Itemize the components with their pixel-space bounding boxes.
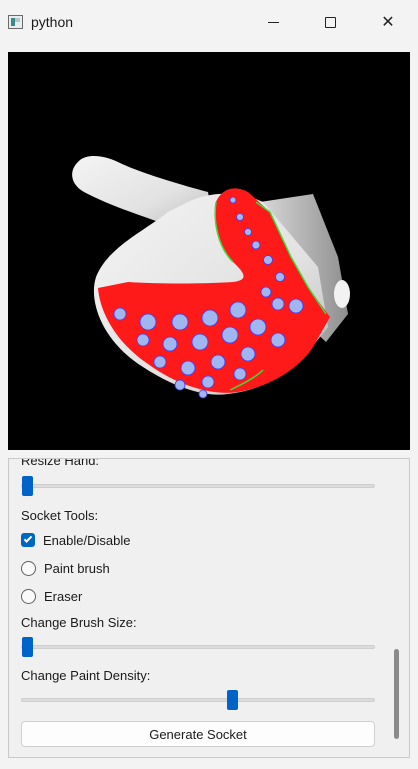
close-icon: ✕ <box>381 12 395 31</box>
socket-control-panel: Resize Hand: Socket Tools: Enable/Disabl… <box>8 458 410 758</box>
python-app-icon <box>8 15 23 29</box>
radio-unselected-icon[interactable] <box>21 588 36 604</box>
minimize-icon <box>267 21 279 23</box>
brush-size-label: Change Brush Size: <box>21 615 137 630</box>
enable-disable-label: Enable/Disable <box>43 532 131 548</box>
paint-density-slider-handle[interactable] <box>226 690 238 710</box>
resize-hand-slider-handle[interactable] <box>22 476 33 496</box>
paint-density-slider[interactable] <box>21 690 375 710</box>
eraser-radio[interactable]: Eraser <box>21 586 82 606</box>
title-bar: python ✕ <box>0 0 418 44</box>
enable-disable-checkbox[interactable]: Enable/Disable <box>21 530 130 550</box>
radio-unselected-icon[interactable] <box>21 560 36 576</box>
socket-tools-label: Socket Tools: <box>21 508 99 523</box>
brush-size-slider-handle[interactable] <box>22 637 33 657</box>
maximize-icon <box>324 16 336 28</box>
paint-brush-label: Paint brush <box>44 560 110 576</box>
resize-hand-slider[interactable] <box>21 476 375 496</box>
checkbox-checked-icon[interactable] <box>21 533 35 547</box>
resize-hand-label: Resize Hand: <box>21 458 100 468</box>
window-title: python <box>31 14 74 30</box>
brush-size-slider[interactable] <box>21 637 375 657</box>
3d-viewport[interactable] <box>8 52 410 450</box>
paint-brush-radio[interactable]: Paint brush <box>21 558 110 578</box>
close-button[interactable]: ✕ <box>358 0 418 44</box>
paint-density-label: Change Paint Density: <box>21 668 151 683</box>
generate-socket-button[interactable]: Generate Socket <box>21 721 375 747</box>
panel-scrollbar[interactable] <box>394 649 399 739</box>
minimize-button[interactable] <box>243 0 303 44</box>
eraser-label: Eraser <box>44 588 83 604</box>
hand-model-render <box>72 156 350 399</box>
thumb-tip-mesh <box>334 280 350 308</box>
maximize-button[interactable] <box>300 0 360 44</box>
